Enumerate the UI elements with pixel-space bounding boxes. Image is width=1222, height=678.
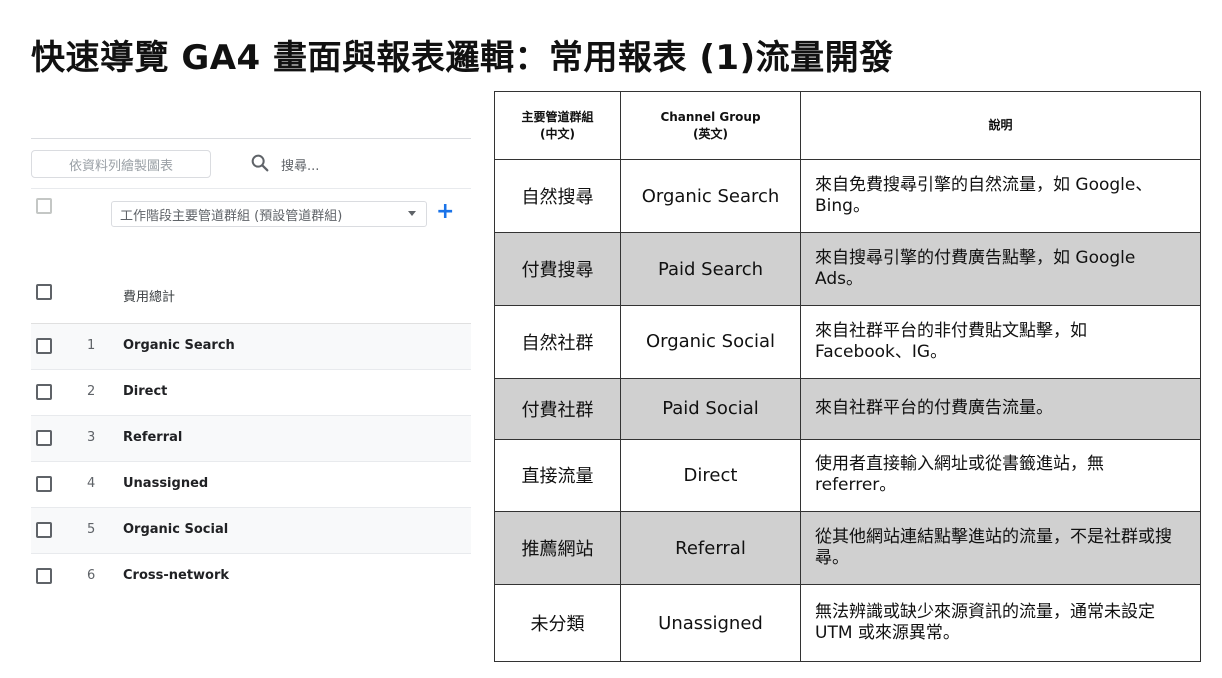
table-header-row: 主要管道群組 (中文) Channel Group (英文) 說明: [494, 90, 1201, 161]
row-checkbox[interactable]: [36, 522, 52, 538]
table-row[interactable]: 2 Direct: [31, 370, 471, 416]
cell-desc: 從其他網站連結點擊進站的流量，不是社群或搜尋。: [800, 511, 1201, 585]
cell-desc: 來自社群平台的非付費貼文點擊，如 Facebook、IG。: [800, 304, 1201, 379]
cell-zh: 推薦網站: [494, 511, 621, 585]
row-index: 1: [87, 338, 96, 353]
chevron-down-icon: [408, 211, 416, 216]
total-label: 費用總計: [123, 290, 176, 305]
row-label: Organic Social: [123, 522, 229, 537]
row-checkbox[interactable]: [36, 430, 52, 446]
header-en: Channel Group (英文): [620, 90, 801, 161]
cell-desc: 來自免費搜尋引擎的自然流量，如 Google、Bing。: [800, 159, 1201, 234]
total-row-checkbox[interactable]: [36, 284, 52, 300]
cell-en: Organic Social: [620, 304, 801, 379]
cell-zh: 自然搜尋: [494, 159, 621, 234]
cell-zh: 直接流量: [494, 438, 621, 513]
table-row: 自然搜尋 Organic Search 來自免費搜尋引擎的自然流量，如 Goog…: [494, 159, 1201, 234]
row-label: Organic Search: [123, 338, 235, 353]
row-index: 5: [87, 522, 96, 537]
row-index: 3: [87, 430, 96, 445]
cell-en: Paid Social: [620, 377, 801, 440]
header-en-line2: (英文): [693, 126, 728, 141]
header-zh: 主要管道群組 (中文): [494, 90, 621, 161]
add-dimension-button[interactable]: +: [436, 198, 454, 226]
cell-en: Unassigned: [620, 584, 801, 662]
cell-en: Organic Search: [620, 159, 801, 234]
cell-zh: 未分類: [494, 584, 621, 662]
cell-zh: 付費搜尋: [494, 232, 621, 306]
row-checkbox[interactable]: [36, 384, 52, 400]
cell-en: Referral: [620, 511, 801, 585]
table-row: 付費搜尋 Paid Search 來自搜尋引擎的付費廣告點擊，如 Google …: [494, 232, 1201, 306]
row-checkbox[interactable]: [36, 476, 52, 492]
toolbar-divider: [31, 188, 471, 189]
dimension-select-label: 工作階段主要管道群組 (預設管道群組): [120, 208, 343, 224]
cell-en: Direct: [620, 438, 801, 513]
row-index: 2: [87, 384, 96, 399]
row-index: 4: [87, 476, 96, 491]
dimension-select[interactable]: 工作階段主要管道群組 (預設管道群組): [111, 201, 427, 227]
search-icon[interactable]: [249, 152, 271, 174]
row-label: Referral: [123, 430, 183, 445]
table-row[interactable]: 1 Organic Search: [31, 324, 471, 370]
cell-en: Paid Search: [620, 232, 801, 306]
panel-top-divider: [31, 138, 471, 139]
row-label: Cross-network: [123, 568, 230, 583]
cell-desc: 來自搜尋引擎的付費廣告點擊，如 Google Ads。: [800, 232, 1201, 306]
header-desc: 說明: [800, 90, 1201, 161]
table-row: 自然社群 Organic Social 來自社群平台的非付費貼文點擊，如 Fac…: [494, 304, 1201, 379]
table-row: 直接流量 Direct 使用者直接輸入網址或從書籤進站，無 referrer。: [494, 438, 1201, 513]
table-row[interactable]: 6 Cross-network: [31, 554, 471, 600]
cell-zh: 付費社群: [494, 377, 621, 440]
row-index: 6: [87, 568, 96, 583]
search-input[interactable]: 搜尋...: [281, 155, 319, 174]
cell-desc: 無法辨識或缺少來源資訊的流量，通常未設定 UTM 或來源異常。: [800, 584, 1201, 662]
plot-rows-button[interactable]: 依資料列繪製圖表: [31, 150, 211, 178]
page-title: 快速導覽 GA4 畫面與報表邏輯：常用報表 (1)流量開發: [31, 38, 894, 78]
channel-group-table: 主要管道群組 (中文) Channel Group (英文) 說明 自然搜尋 O…: [494, 90, 1201, 662]
header-checkbox[interactable]: [36, 198, 52, 214]
row-label: Direct: [123, 384, 168, 399]
table-row[interactable]: 5 Organic Social: [31, 508, 471, 554]
table-row: 付費社群 Paid Social 來自社群平台的付費廣告流量。: [494, 377, 1201, 440]
cell-desc: 來自社群平台的付費廣告流量。: [800, 377, 1201, 440]
table-row[interactable]: 3 Referral: [31, 416, 471, 462]
table-row[interactable]: 4 Unassigned: [31, 462, 471, 508]
table-row: 推薦網站 Referral 從其他網站連結點擊進站的流量，不是社群或搜尋。: [494, 511, 1201, 585]
row-checkbox[interactable]: [36, 338, 52, 354]
header-zh-line2: (中文): [540, 126, 575, 141]
table-row: 未分類 Unassigned 無法辨識或缺少來源資訊的流量，通常未設定 UTM …: [494, 584, 1201, 662]
cell-desc: 使用者直接輸入網址或從書籤進站，無 referrer。: [800, 438, 1201, 513]
row-checkbox[interactable]: [36, 568, 52, 584]
cell-zh: 自然社群: [494, 304, 621, 379]
row-label: Unassigned: [123, 476, 209, 491]
header-en-line1: Channel Group: [660, 109, 761, 124]
header-zh-line1: 主要管道群組: [521, 109, 594, 124]
